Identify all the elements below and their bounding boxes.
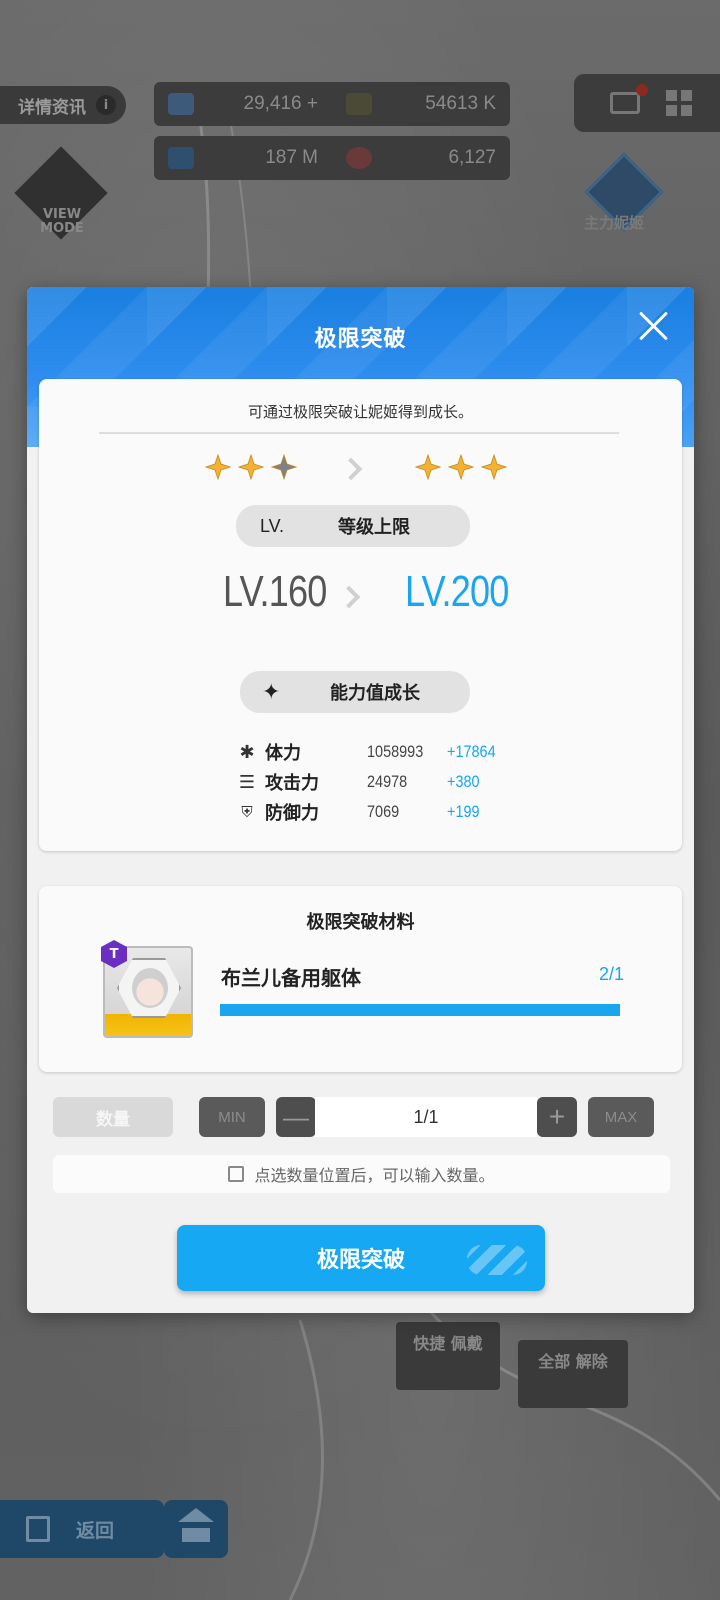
stat-name: 防御力 (265, 803, 319, 824)
min-button[interactable]: MIN (199, 1097, 265, 1137)
resource-value: 187 M (265, 147, 318, 168)
arrow-right-icon (339, 457, 363, 481)
material-count: 2/1 (598, 964, 624, 984)
star-icon (414, 453, 442, 481)
home-icon-body (182, 1516, 210, 1542)
unequip-all-label: 全部 解除 (538, 1352, 608, 1371)
menu-grid-icon[interactable] (666, 90, 692, 116)
dialog-subtitle: 可通过极限突破让妮姬得到成长。 (247, 403, 473, 421)
exit-door-icon (26, 1516, 50, 1542)
home-button[interactable] (164, 1500, 228, 1558)
core-dust-icon (346, 147, 372, 169)
credit-icon (168, 93, 194, 115)
stat-name: 攻击力 (265, 773, 319, 794)
quick-equip-label: 快捷 佩戴 (413, 1334, 483, 1353)
resource-item[interactable]: 6,127 (332, 147, 510, 169)
defense-icon: ⛨ (241, 803, 253, 821)
star-icon (480, 453, 508, 481)
battle-data-icon (168, 147, 194, 169)
level-prefix: LV. (260, 515, 285, 536)
level-to: LV.200 (405, 567, 509, 616)
max-button[interactable]: MAX (588, 1097, 654, 1137)
main-nikke-label: 主力妮姬 (584, 214, 645, 232)
quick-equip-button[interactable]: 快捷 佩戴 (396, 1322, 500, 1390)
resource-item[interactable]: 54613 K (332, 93, 510, 115)
star-icon (270, 453, 298, 481)
materials-title: 极限突破材料 (306, 912, 415, 933)
materials-card: 极限突破材料 T 布兰儿备用躯体 2/1 (39, 886, 682, 1072)
decrease-button[interactable]: — (276, 1097, 316, 1137)
level-cap-header: LV. 等级上限 (236, 505, 470, 547)
stat-row-attack: ☰ 攻击力 24978 +380 (235, 767, 525, 797)
stat-value: 1058993 (367, 742, 424, 761)
sparkle-icon: ✦ (262, 679, 281, 705)
star-icon (237, 453, 265, 481)
unequip-all-button[interactable]: 全部 解除 (518, 1340, 628, 1408)
level-cap-label: 等级上限 (338, 517, 411, 538)
stat-name: 体力 (265, 743, 301, 764)
material-name: 布兰儿备用躯体 (221, 966, 361, 990)
stat-increase: +17864 (447, 742, 496, 761)
stat-row-defense: ⛨ 防御力 7069 +199 (235, 797, 525, 827)
resource-item[interactable]: 29,416 + (154, 93, 332, 115)
hp-icon: ✱ (239, 741, 255, 763)
material-progress-bar (220, 1004, 620, 1016)
limit-break-info-card: 可通过极限突破让妮姬得到成长。 LV. 等级上限 LV.160 LV.200 ✦… (39, 379, 682, 851)
dialog-title: 极限突破 (314, 327, 407, 352)
details-info-button[interactable]: 详情资讯 i (0, 86, 126, 124)
increase-button[interactable]: + (537, 1097, 577, 1137)
growth-header: ✦ 能力值成长 (240, 671, 470, 713)
resource-value: 6,127 (448, 147, 496, 168)
resource-panel-top: 29,416 + 54613 K (154, 82, 510, 126)
quantity-input[interactable]: 1/1 (315, 1097, 537, 1137)
star-icon (447, 453, 475, 481)
hint-text: 点选数量位置后，可以输入数量。 (254, 1166, 495, 1185)
info-icon: i (96, 95, 116, 115)
star-icon (204, 453, 232, 481)
resource-value: 29,416 + (243, 93, 319, 114)
stat-value: 24978 (367, 772, 408, 791)
chip-icon (346, 93, 372, 115)
stat-row-hp: ✱ 体力 1058993 +17864 (235, 737, 525, 767)
resource-value: 54613 K (425, 93, 496, 114)
attack-icon: ☰ (238, 771, 256, 793)
notification-dot (636, 84, 648, 96)
material-progress-fill (220, 1004, 620, 1016)
close-button[interactable] (636, 309, 670, 343)
resource-item[interactable]: 187 M (154, 147, 332, 169)
arrow-right-icon (337, 585, 361, 609)
view-mode-label: VIEW MODE (40, 207, 84, 236)
back-button[interactable]: 返回 (0, 1500, 164, 1558)
stat-increase: +199 (447, 802, 480, 821)
limit-break-dialog: 极限突破 可通过极限突破让妮姬得到成长。 LV. 等级上限 LV.160 LV.… (27, 287, 694, 1313)
top-right-menu (574, 74, 720, 132)
resource-panel-bottom: 187 M 6,127 (154, 136, 510, 180)
stat-increase: +380 (447, 772, 480, 791)
level-from: LV.160 (223, 567, 327, 616)
button-decoration (467, 1245, 527, 1275)
stat-value: 7069 (367, 802, 400, 821)
edit-icon (228, 1166, 245, 1182)
divider (99, 432, 619, 434)
mail-icon[interactable] (610, 92, 640, 114)
limit-break-confirm-button[interactable]: 极限突破 (177, 1225, 545, 1291)
quantity-hint: 点选数量位置后，可以输入数量。 (53, 1155, 670, 1193)
quantity-label: 数量 (53, 1097, 173, 1137)
back-label: 返回 (76, 1519, 115, 1542)
character-portrait (132, 968, 168, 1008)
growth-label: 能力值成长 (330, 683, 420, 704)
details-info-label: 详情资讯 (18, 97, 86, 118)
confirm-label: 极限突破 (316, 1248, 405, 1273)
